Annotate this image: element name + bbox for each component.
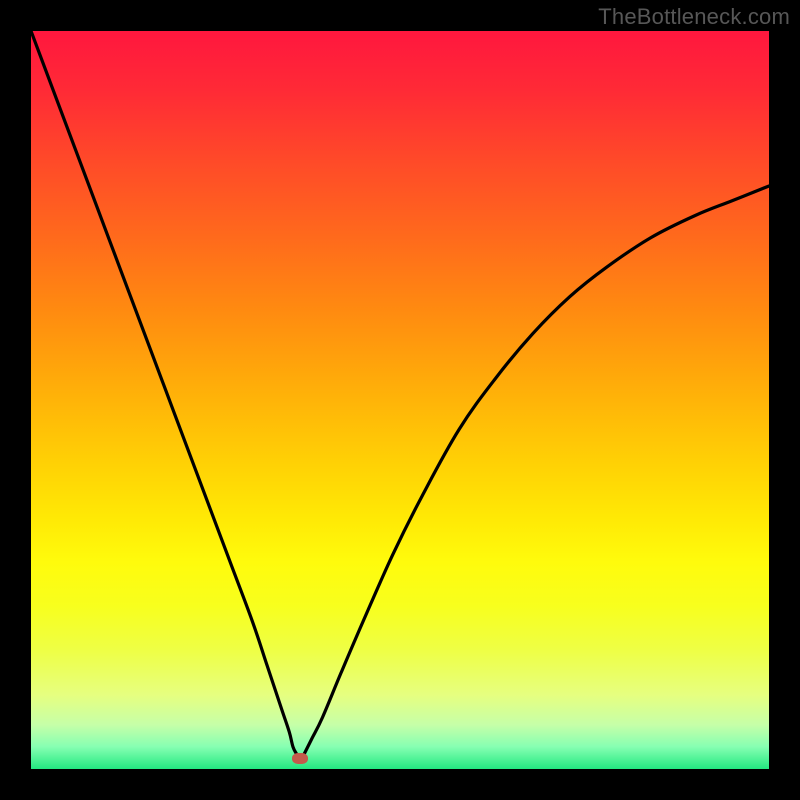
plot-area xyxy=(31,31,769,769)
bottleneck-curve xyxy=(31,31,769,769)
watermark-text: TheBottleneck.com xyxy=(598,4,790,30)
chart-stage: TheBottleneck.com xyxy=(0,0,800,800)
optimal-point-marker xyxy=(292,753,308,764)
